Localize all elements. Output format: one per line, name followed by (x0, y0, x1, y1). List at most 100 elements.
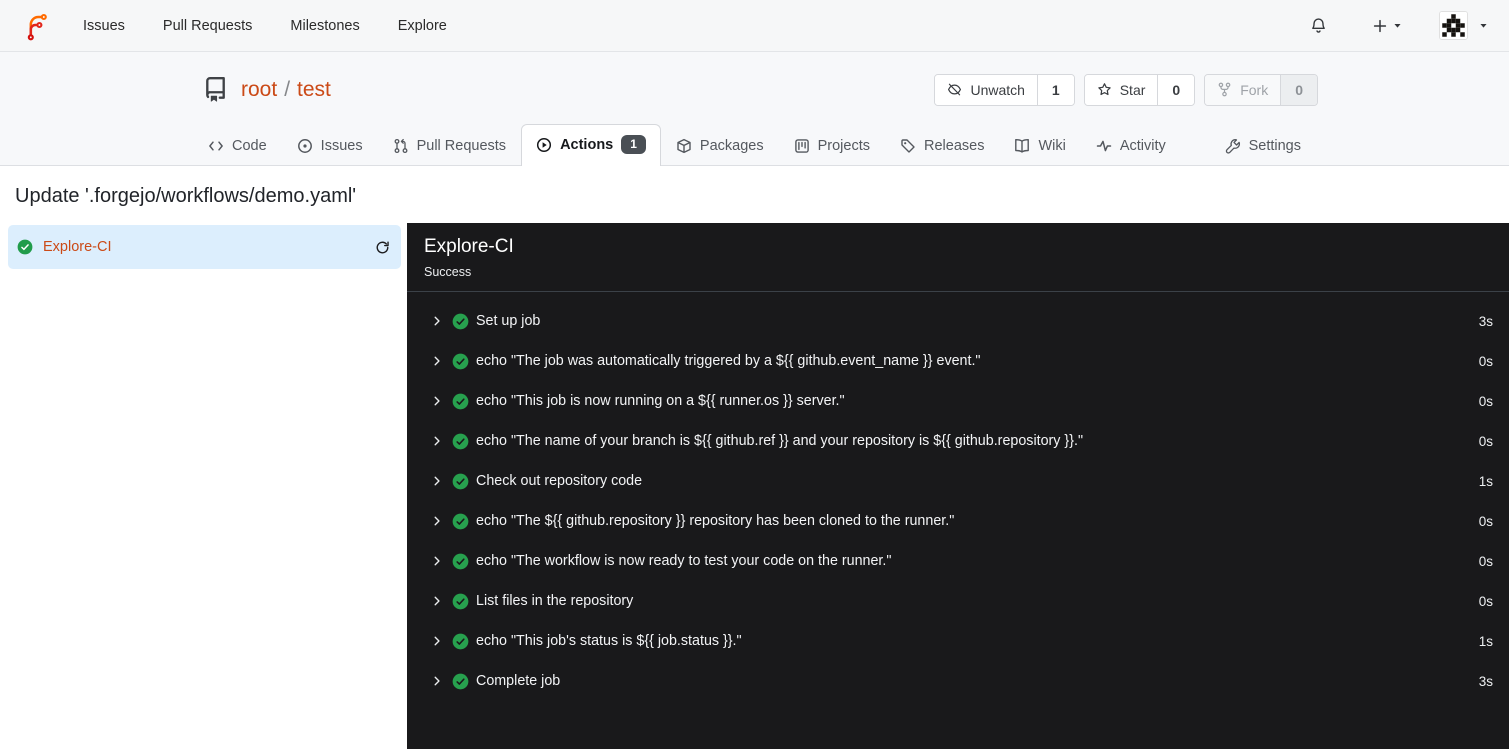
chevron-right-icon (431, 595, 443, 607)
tab-label: Settings (1248, 138, 1301, 154)
step-row[interactable]: echo "This job is now running on a ${{ r… (407, 381, 1509, 421)
job-status-text: Success (424, 265, 472, 279)
repo-name-link[interactable]: test (297, 78, 331, 102)
step-name: Check out repository code (476, 473, 643, 489)
unwatch-button[interactable]: Unwatch (935, 74, 1037, 105)
watch-count[interactable]: 1 (1036, 74, 1074, 105)
fork-label: Fork (1240, 81, 1269, 98)
step-name: echo "The ${{ github.repository }} repos… (476, 513, 955, 529)
avatar (1439, 11, 1468, 40)
step-name: echo "The name of your branch is ${{ git… (476, 433, 1084, 449)
job-name-label: Explore-CI (43, 239, 112, 255)
check-circle-icon (452, 673, 469, 690)
tab-code[interactable]: Code (193, 127, 282, 165)
step-duration: 0s (1478, 393, 1493, 409)
step-row[interactable]: Complete job 3s (407, 661, 1509, 701)
tab-label: Projects (817, 138, 870, 154)
plus-icon (1372, 18, 1388, 34)
star-button[interactable]: Star (1084, 74, 1158, 105)
chevron-right-icon (431, 315, 443, 327)
tab-issues[interactable]: Issues (282, 127, 378, 165)
nav-link-issues[interactable]: Issues (83, 18, 125, 34)
check-circle-icon (452, 633, 469, 650)
step-name: echo "The workflow is now ready to test … (476, 553, 892, 569)
forgejo-logo-icon[interactable] (21, 10, 53, 42)
nav-link-pull-requests[interactable]: Pull Requests (163, 18, 252, 34)
step-row[interactable]: echo "The name of your branch is ${{ git… (407, 421, 1509, 461)
step-row[interactable]: List files in the repository 0s (407, 581, 1509, 621)
star-button-group: Star 0 (1083, 73, 1196, 106)
repo-tabs: Code Issues Pull Requests Actions 1 Pack… (191, 124, 1318, 166)
tab-settings[interactable]: Settings (1210, 127, 1316, 165)
tab-actions[interactable]: Actions 1 (521, 124, 661, 166)
star-count[interactable]: 0 (1157, 74, 1195, 105)
step-row[interactable]: echo "The job was automatically triggere… (407, 341, 1509, 381)
job-title: Explore-CI (424, 236, 514, 257)
rerun-job-button[interactable] (375, 240, 390, 255)
step-row[interactable]: Check out repository code 1s (407, 461, 1509, 501)
tab-label: Actions (560, 136, 614, 153)
tab-packages[interactable]: Packages (661, 127, 779, 165)
step-duration: 3s (1478, 313, 1493, 329)
repo-owner-link[interactable]: root (241, 78, 277, 102)
issue-opened-icon (297, 138, 313, 154)
tab-activity[interactable]: Activity (1081, 127, 1181, 165)
step-name: echo "The job was automatically triggere… (476, 353, 981, 369)
nav-link-milestones[interactable]: Milestones (290, 18, 359, 34)
step-duration: 0s (1478, 353, 1493, 369)
notifications-button[interactable] (1310, 17, 1327, 34)
check-circle-icon (452, 473, 469, 490)
step-name: Complete job (476, 673, 561, 689)
main-nav: Issues Pull Requests Milestones Explore (83, 18, 447, 34)
step-name: List files in the repository (476, 593, 634, 609)
chevron-right-icon (431, 555, 443, 567)
step-row[interactable]: echo "The workflow is now ready to test … (407, 541, 1509, 581)
check-circle-icon (452, 353, 469, 370)
workflow-run-view: Explore-CI Explore-CI Success Set up job (0, 223, 1509, 749)
fork-count: 0 (1280, 74, 1317, 105)
top-navbar: Issues Pull Requests Milestones Explore (0, 0, 1509, 52)
step-row[interactable]: echo "The ${{ github.repository }} repos… (407, 501, 1509, 541)
tab-wiki[interactable]: Wiki (999, 127, 1080, 165)
step-row[interactable]: echo "This job's status is ${{ job.statu… (407, 621, 1509, 661)
tab-label: Pull Requests (416, 138, 507, 154)
repo-book-icon (203, 77, 228, 102)
chevron-right-icon (431, 395, 443, 407)
tab-releases[interactable]: Releases (885, 127, 999, 165)
step-row[interactable]: Set up job 3s (407, 301, 1509, 341)
navbar-right (1310, 11, 1488, 40)
step-duration: 0s (1478, 553, 1493, 569)
repo-header: root / test Unwatch 1 Star 0 Fork 0 Code… (0, 52, 1509, 166)
unwatch-label: Unwatch (970, 81, 1025, 98)
tab-label: Activity (1119, 138, 1166, 154)
nav-link-explore[interactable]: Explore (398, 18, 447, 34)
watch-button-group: Unwatch 1 (934, 73, 1075, 106)
sidebar-job-explore-ci[interactable]: Explore-CI (8, 225, 401, 269)
sync-icon (375, 240, 390, 255)
user-menu-button[interactable] (1439, 11, 1488, 40)
chevron-down-icon (1479, 21, 1488, 30)
chevron-right-icon (431, 435, 443, 447)
jobs-sidebar: Explore-CI (0, 223, 407, 749)
fork-button[interactable]: Fork (1205, 74, 1281, 105)
step-duration: 0s (1478, 593, 1493, 609)
tab-label: Code (232, 138, 267, 154)
job-log-header: Explore-CI Success (407, 223, 1509, 292)
create-new-button[interactable] (1372, 18, 1402, 34)
star-label: Star (1119, 81, 1146, 98)
fork-icon (1217, 82, 1232, 97)
step-name: echo "This job is now running on a ${{ r… (476, 393, 845, 409)
tab-label: Issues (320, 138, 363, 154)
step-list: Set up job 3s echo "The job was automati… (407, 292, 1509, 701)
step-name: echo "This job's status is ${{ job.statu… (476, 633, 742, 649)
check-circle-icon (452, 553, 469, 570)
code-icon (208, 138, 224, 154)
package-icon (676, 138, 692, 154)
step-duration: 0s (1478, 433, 1493, 449)
chevron-right-icon (431, 475, 443, 487)
tab-pull-requests[interactable]: Pull Requests (378, 127, 521, 165)
step-name: Set up job (476, 313, 541, 329)
actions-count-badge: 1 (621, 135, 646, 154)
tab-projects[interactable]: Projects (779, 127, 885, 165)
step-duration: 0s (1478, 513, 1493, 529)
